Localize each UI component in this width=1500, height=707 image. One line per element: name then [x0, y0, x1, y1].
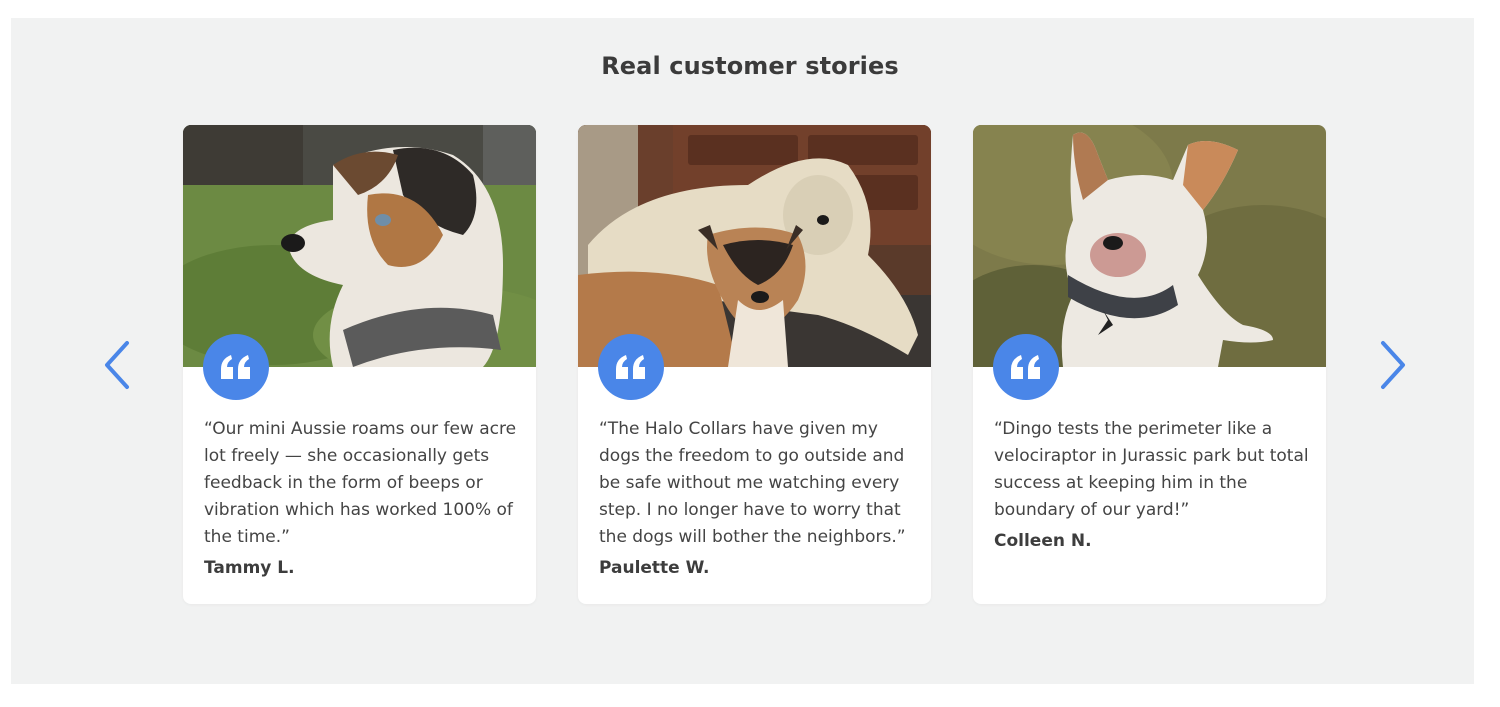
quote-icon [598, 334, 664, 400]
testimonial-card: “Dingo tests the perimeter like a veloci… [973, 125, 1326, 604]
quote-icon [203, 334, 269, 400]
testimonial-quote: “The Halo Collars have given my dogs the… [599, 419, 906, 547]
carousel-next-button[interactable] [1374, 337, 1414, 393]
testimonial-quote: “Our mini Aussie roams our few acre lot … [204, 419, 517, 547]
section-title: Real customer stories [601, 52, 899, 80]
testimonial-quote: “Dingo tests the perimeter like a veloci… [994, 419, 1309, 520]
testimonial-card: “The Halo Collars have given my dogs the… [578, 125, 931, 604]
testimonial-card: “Our mini Aussie roams our few acre lot … [183, 125, 536, 604]
testimonial-photo [578, 125, 931, 367]
testimonial-author: Colleen N. [994, 531, 1092, 551]
testimonial-photo [973, 125, 1326, 367]
quote-icon [993, 334, 1059, 400]
testimonial-photo [183, 125, 536, 367]
carousel-prev-button[interactable] [96, 337, 136, 393]
chevron-left-icon [105, 341, 129, 389]
chevron-right-icon [1381, 341, 1405, 389]
testimonial-author: Paulette W. [599, 558, 710, 578]
testimonial-author: Tammy L. [204, 558, 295, 578]
